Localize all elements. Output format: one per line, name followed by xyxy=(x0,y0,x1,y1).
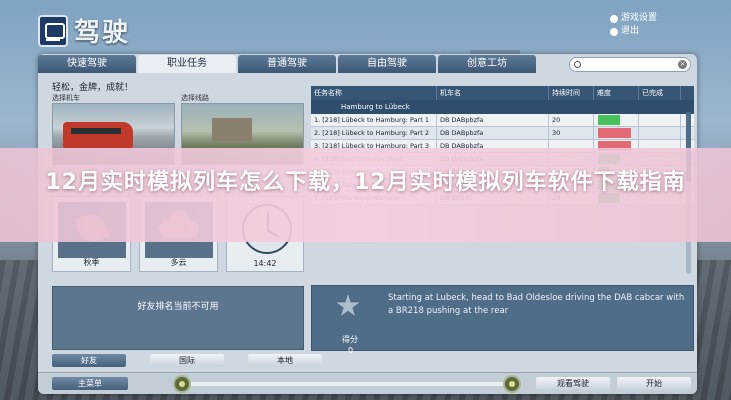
table-row[interactable]: 1. [218] Lübeck to Hamburg: Part 1 DB DAB… xyxy=(311,114,694,127)
column-header[interactable]: 机车名 xyxy=(437,86,549,100)
column-header[interactable]: 已完成 xyxy=(639,86,681,100)
select-train-label: 选择机车 xyxy=(52,94,80,102)
score-value: 0 xyxy=(348,346,354,355)
article-title: 12月实时模拟列车怎么下载，12月实时模拟列车软件下载指南 xyxy=(45,170,686,195)
locomotive-name: DB DABpbzfa xyxy=(437,127,549,139)
duration: 30 xyxy=(549,127,594,139)
carousel-left-knob[interactable] xyxy=(173,375,191,393)
mode-tabs: 快速驾驶 职业任务 普通驾驶 自由驾驶 创意工坊 xyxy=(38,55,536,73)
app-title: 驾驶 xyxy=(74,18,131,48)
exit-link[interactable]: 退出 xyxy=(609,25,657,38)
column-header[interactable]: 难度 xyxy=(594,86,639,100)
settings-link[interactable]: 游戏设置 xyxy=(609,12,657,25)
tab-career[interactable]: 职业任务 xyxy=(138,55,236,73)
locomotive-name: DB DABpbzfa xyxy=(437,114,549,126)
train-logo-icon xyxy=(38,14,68,47)
tab-free-roam[interactable]: 自由驾驶 xyxy=(338,55,436,73)
column-header[interactable]: 任务名称 xyxy=(311,86,437,100)
leaderboard-message: 好友排名当前不可用 xyxy=(137,302,219,312)
settings-icon xyxy=(609,14,618,23)
global-button[interactable]: 国际 xyxy=(150,354,224,367)
scenario-name: 1. [218] Lübeck to Hamburg: Part 1 xyxy=(311,114,437,126)
difficulty-meter xyxy=(594,114,639,126)
app-brand: 驾驶 xyxy=(38,12,130,49)
career-hint: 轻松，金牌，成就！ xyxy=(52,83,134,93)
exit-icon xyxy=(609,27,618,36)
search-icon xyxy=(574,61,581,68)
table-header: 任务名称 机车名 持续时间 难度 已完成 xyxy=(311,86,694,100)
tab-quick-drive[interactable]: 快速驾驶 xyxy=(38,55,136,73)
tab-workshop[interactable]: 创意工坊 xyxy=(438,55,536,73)
article-title-banner: 12月实时模拟列车怎么下载，12月实时模拟列车软件下载指南 xyxy=(0,148,731,242)
completed-check-icon xyxy=(639,114,681,126)
leaderboard-filters: 好友 国际 本地 xyxy=(52,354,322,367)
friends-button[interactable]: 好友 xyxy=(52,354,126,367)
star-icon xyxy=(336,294,360,316)
time-label: 14:42 xyxy=(253,259,277,268)
difficulty-bar xyxy=(598,115,620,125)
watch-button[interactable]: 观看驾驶 xyxy=(536,377,610,390)
start-button[interactable]: 开始 xyxy=(617,377,691,390)
table-row[interactable]: 2. [218] Lübeck to Hamburg: Part 2 DB DAB… xyxy=(311,127,694,140)
main-menu-button[interactable]: 主菜单 xyxy=(52,377,128,390)
search-input[interactable]: × xyxy=(569,57,691,72)
scenario-name: 2. [218] Lübeck to Hamburg: Part 2 xyxy=(311,127,437,139)
score-label: 得分 xyxy=(342,335,358,344)
duration: 20 xyxy=(549,114,594,126)
route-group-row[interactable]: Hamburg to Lübeck xyxy=(311,100,694,114)
season-label: 秋季 xyxy=(83,258,100,267)
local-button[interactable]: 本地 xyxy=(248,354,322,367)
weather-label: 多云 xyxy=(170,258,187,267)
scenario-description-panel: 得分 0 Starting at Lubeck, head to Bad Old… xyxy=(311,285,694,355)
clear-icon[interactable]: × xyxy=(678,60,687,69)
leaderboard-panel: 好友排名当前不可用 xyxy=(52,286,304,350)
scenario-description: Starting at Lubeck, head to Bad Oldesloe… xyxy=(388,293,685,316)
select-route-label: 选择线路 xyxy=(181,94,209,102)
carousel-right-knob[interactable] xyxy=(503,375,521,393)
column-header[interactable]: 持续时间 xyxy=(549,86,594,100)
top-links: 游戏设置 退出 xyxy=(609,12,657,38)
carousel-track[interactable] xyxy=(180,382,514,386)
completed-check-icon xyxy=(639,127,681,139)
difficulty-meter xyxy=(594,127,639,139)
tab-standard[interactable]: 普通驾驶 xyxy=(238,55,336,73)
difficulty-bar xyxy=(598,128,631,138)
